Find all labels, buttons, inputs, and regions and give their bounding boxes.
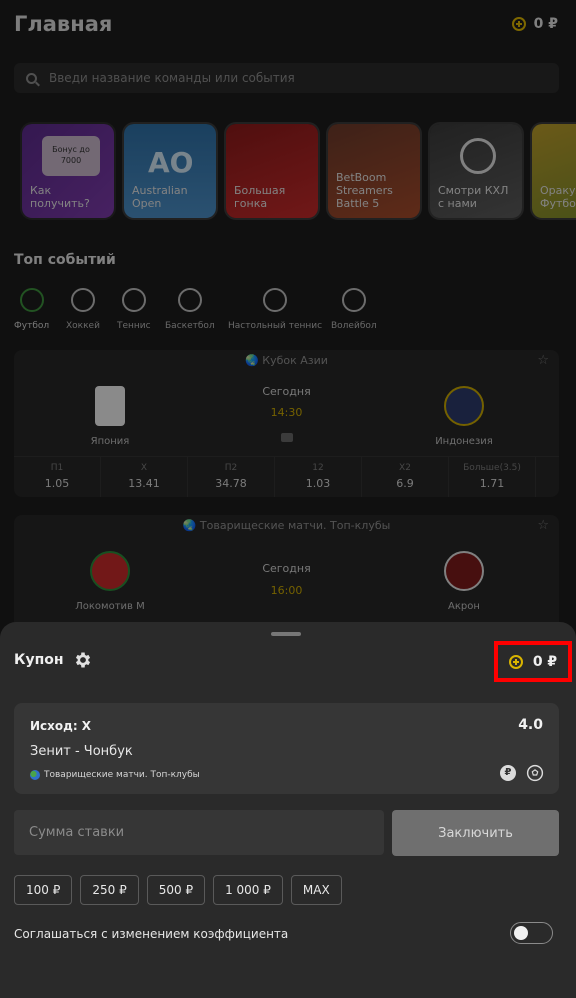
quick-amount-max[interactable]: MAX bbox=[290, 875, 342, 905]
quick-amount-1000[interactable]: 1 000 ₽ bbox=[213, 875, 283, 905]
bet-card: Исход: Х 4.0 Зенит - Чонбук Товарищеские… bbox=[14, 703, 559, 794]
bet-outcome: Исход: Х bbox=[30, 719, 92, 733]
bet-league: Товарищеские матчи. Топ-клубы bbox=[30, 770, 200, 780]
quick-amounts: 100 ₽ 250 ₽ 500 ₽ 1 000 ₽ MAX bbox=[14, 875, 342, 905]
globe-icon bbox=[30, 770, 40, 780]
bet-match: Зенит - Чонбук bbox=[30, 744, 133, 759]
accept-odds-change-label: Соглашаться с изменением коэффициента bbox=[14, 927, 289, 941]
coupon-balance-value: 0 ₽ bbox=[532, 653, 558, 670]
coupon-title: Купон bbox=[14, 652, 64, 668]
ruble-icon: ₽ bbox=[500, 765, 516, 781]
football-icon bbox=[526, 764, 544, 782]
coin-plus-icon bbox=[508, 654, 523, 669]
quick-amount-100[interactable]: 100 ₽ bbox=[14, 875, 73, 905]
stake-amount-input[interactable] bbox=[14, 810, 384, 855]
place-bet-button[interactable]: Заключить bbox=[392, 810, 559, 856]
coupon-sheet: Купон 0 ₽ Исход: Х 4.0 Зенит - Чонбук То… bbox=[0, 622, 576, 998]
toggle-knob bbox=[514, 926, 528, 940]
quick-amount-250[interactable]: 250 ₽ bbox=[80, 875, 139, 905]
bet-odd: 4.0 bbox=[518, 717, 543, 733]
gear-icon[interactable] bbox=[73, 650, 93, 670]
quick-amount-500[interactable]: 500 ₽ bbox=[146, 875, 206, 905]
accept-odds-change-toggle[interactable] bbox=[510, 922, 553, 944]
sheet-drag-handle[interactable] bbox=[271, 632, 301, 636]
coupon-balance[interactable]: 0 ₽ bbox=[494, 641, 572, 682]
